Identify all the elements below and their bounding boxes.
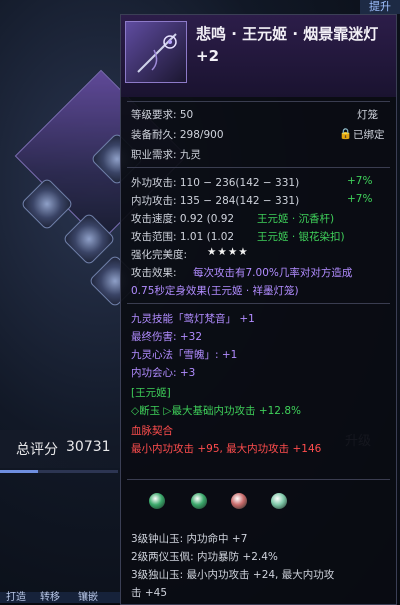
divider [127, 167, 390, 168]
score-value: 30731 [66, 439, 111, 455]
set-bonus: ◇断玉 ▷最大基础内功攻击 +12.8% [131, 405, 301, 417]
tab-inlay[interactable]: 镶嵌 [78, 592, 98, 603]
outer-attack: 外功攻击: 110 − 236(142 − 331) [131, 177, 300, 189]
attack-speed-source: 王元姬 · 沉香杆) [257, 213, 335, 225]
attribute-line: 九灵技能「莺灯梵音」 +1 [131, 313, 255, 325]
jade-gem-icon [231, 493, 247, 509]
jade-gem-icon [149, 493, 165, 509]
tooltip-header: 悲鸣 · 王元姬 · 烟景霏迷灯 +2 [121, 15, 396, 97]
class-requirement: 职业需求: 九灵 [131, 149, 201, 161]
gem-line: 2级两仪玉佩: 内功暴防 +2.4% [131, 551, 278, 563]
attribute-line: 九灵心法「雪魄」: +1 [131, 349, 238, 361]
outer-attack-bonus: +7% [347, 175, 373, 187]
tab-forge[interactable]: 打造 [6, 592, 26, 603]
jade-gem-icon [191, 493, 207, 509]
inner-attack-bonus: +7% [347, 193, 373, 205]
upgrade-tab[interactable]: 提升 [360, 0, 400, 14]
lantern-icon [125, 21, 187, 83]
item-type: 灯笼 [357, 109, 378, 121]
divider [127, 303, 390, 304]
attack-range-source: 王元姬 · 银花染扣) [257, 231, 345, 243]
attack-effect-label: 攻击效果: [131, 267, 177, 279]
score-label: 总评分 [16, 442, 58, 458]
attack-range: 攻击范围: 1.01 (1.02 [131, 231, 235, 243]
attack-effect-line1: 每次攻击有7.00%几率对对方造成 [193, 267, 353, 279]
set-name: [王元姬] [131, 387, 171, 399]
lock-icon: 🔒 [339, 128, 353, 140]
bottom-tab-bar: 打造 转移 镶嵌 [0, 592, 120, 603]
gem-line: 3级钟山玉: 内功命中 +7 [131, 533, 248, 545]
attribute-line: 最终伤害: +32 [131, 331, 203, 343]
bloodline-title: 血脉契合 [131, 425, 173, 437]
divider [127, 101, 390, 102]
jade-gem-icon [271, 493, 287, 509]
refine-stars: ★★★★ [207, 246, 249, 258]
attack-speed: 攻击速度: 0.92 (0.92 [131, 213, 235, 225]
attribute-line: 内功会心: +3 [131, 367, 196, 379]
bloodline-bonus: 最小内功攻击 +95, 最大内功攻击 +146 [131, 443, 322, 455]
durability: 装备耐久: 298/900 [131, 129, 224, 141]
inner-attack: 内功攻击: 135 − 284(142 − 331) [131, 195, 300, 207]
divider [127, 479, 390, 480]
score-progress-bar [0, 470, 118, 473]
gem-line: 3级独山玉: 最小内功攻击 +24, 最大内功攻 [131, 569, 335, 581]
level-requirement: 等级要求: 50 [131, 109, 194, 121]
attack-effect-line2: 0.75秒定身效果(王元姬 · 祥墨灯笼) [131, 285, 299, 297]
bind-status: 已绑定 [353, 129, 385, 141]
item-title: 悲鸣 · 王元姬 · 烟景霏迷灯 +2 [196, 25, 379, 65]
item-tooltip: 悲鸣 · 王元姬 · 烟景霏迷灯 +2 等级要求: 50 灯笼 装备耐久: 29… [120, 14, 397, 605]
refine-label: 强化完美度: [131, 249, 188, 261]
gem-line: 击 +45 [131, 587, 167, 599]
tab-transfer[interactable]: 转移 [40, 592, 60, 603]
